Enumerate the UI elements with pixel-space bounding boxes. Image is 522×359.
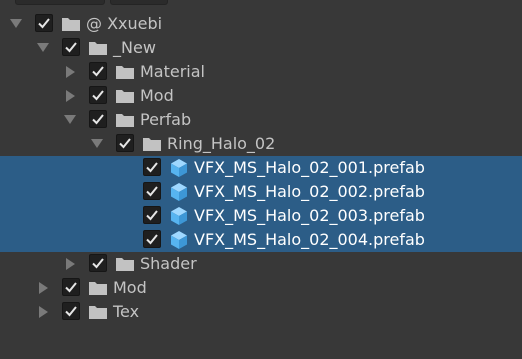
checkmark-icon — [146, 210, 158, 221]
tree-row-perfab[interactable]: Perfab — [0, 108, 522, 132]
tree-row-mod-top[interactable]: Mod — [0, 276, 522, 300]
tree-row-label: VFX_MS_Halo_02_002.prefab — [194, 182, 425, 201]
prefab-cube-icon — [171, 183, 187, 201]
prefab-cube-icon — [171, 207, 187, 225]
include-checkbox[interactable] — [143, 158, 161, 176]
folder-icon — [89, 42, 107, 55]
tree-row-label: Material — [140, 62, 205, 81]
tree-row-label: Ring_Halo_02 — [167, 134, 276, 153]
folder-icon — [116, 258, 134, 271]
include-checkbox[interactable] — [62, 38, 80, 56]
checkmark-icon — [146, 186, 158, 197]
folder-icon — [143, 138, 161, 151]
include-checkbox[interactable] — [143, 230, 161, 248]
collapse-arrow-icon[interactable] — [66, 258, 75, 270]
folder-icon — [116, 66, 134, 79]
prefab-cube-icon — [171, 159, 187, 177]
tree-row-tex[interactable]: Tex — [0, 300, 522, 324]
folder-icon — [116, 90, 134, 103]
toolbar-stub — [0, 0, 522, 6]
toolbar-button-stub[interactable] — [110, 0, 168, 5]
collapse-arrow-icon[interactable] — [39, 306, 48, 318]
checkmark-icon — [92, 114, 104, 125]
folder-icon — [89, 306, 107, 319]
tree-row-label: @ Xxuebi — [86, 14, 163, 33]
tree-row-label: Perfab — [140, 110, 192, 129]
expand-arrow-icon[interactable] — [37, 43, 49, 52]
expand-arrow-icon[interactable] — [10, 19, 22, 28]
tree-row-material[interactable]: Material — [0, 60, 522, 84]
include-checkbox[interactable] — [143, 182, 161, 200]
tree-row-label: Tex — [113, 302, 140, 321]
tree-row-ring-halo[interactable]: Ring_Halo_02 — [0, 132, 522, 156]
tree-row-xxuebi[interactable]: @ Xxuebi — [0, 12, 522, 36]
toolbar-button-stub[interactable] — [15, 0, 105, 5]
collapse-arrow-icon[interactable] — [66, 66, 75, 78]
include-checkbox[interactable] — [89, 110, 107, 128]
include-checkbox[interactable] — [35, 14, 53, 32]
tree-row-label: VFX_MS_Halo_02_001.prefab — [194, 158, 425, 177]
include-checkbox[interactable] — [89, 62, 107, 80]
tree-row-new[interactable]: _New — [0, 36, 522, 60]
tree-row-label: VFX_MS_Halo_02_004.prefab — [194, 230, 425, 249]
tree-row-prefab[interactable]: VFX_MS_Halo_02_004.prefab — [0, 228, 522, 252]
checkmark-icon — [146, 234, 158, 245]
import-tree-panel: @ Xxuebi _New Material Mod Perfab Ring_H… — [0, 0, 522, 359]
include-checkbox[interactable] — [143, 206, 161, 224]
checkmark-icon — [38, 18, 50, 29]
prefab-cube-icon — [171, 231, 187, 249]
collapse-arrow-icon[interactable] — [39, 282, 48, 294]
expand-arrow-icon[interactable] — [64, 115, 76, 124]
tree-row-prefab[interactable]: VFX_MS_Halo_02_003.prefab — [0, 204, 522, 228]
include-checkbox[interactable] — [62, 278, 80, 296]
tree-row-label: VFX_MS_Halo_02_003.prefab — [194, 206, 425, 225]
include-checkbox[interactable] — [62, 302, 80, 320]
tree-row-label: Mod — [113, 278, 147, 297]
checkmark-icon — [65, 282, 77, 293]
expand-arrow-icon[interactable] — [91, 139, 103, 148]
include-checkbox[interactable] — [89, 254, 107, 272]
folder-icon — [116, 114, 134, 127]
checkmark-icon — [92, 258, 104, 269]
tree-row-label: _New — [113, 38, 156, 57]
checkmark-icon — [65, 42, 77, 53]
include-checkbox[interactable] — [89, 86, 107, 104]
folder-icon — [62, 18, 80, 31]
checkmark-icon — [65, 306, 77, 317]
checkmark-icon — [146, 162, 158, 173]
tree-row-prefab[interactable]: VFX_MS_Halo_02_002.prefab — [0, 180, 522, 204]
checkmark-icon — [92, 66, 104, 77]
tree-row-label: Mod — [140, 86, 174, 105]
tree-row-shader[interactable]: Shader — [0, 252, 522, 276]
checkmark-icon — [119, 138, 131, 149]
checkmark-icon — [92, 90, 104, 101]
tree-row-label: Shader — [140, 254, 197, 273]
include-checkbox[interactable] — [116, 134, 134, 152]
folder-icon — [89, 282, 107, 295]
collapse-arrow-icon[interactable] — [66, 90, 75, 102]
tree-row-prefab[interactable]: VFX_MS_Halo_02_001.prefab — [0, 156, 522, 180]
tree-row-mod[interactable]: Mod — [0, 84, 522, 108]
